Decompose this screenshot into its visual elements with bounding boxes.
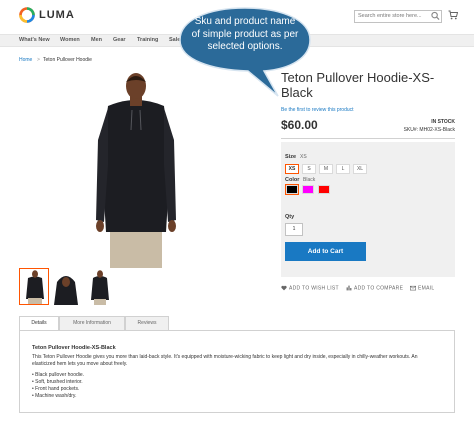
breadcrumb-home[interactable]: Home — [19, 57, 32, 63]
sku-label: SKU#: — [403, 127, 419, 133]
product-options-panel: Size XS XS S M L XL Color Black Qty 1 Ad… — [281, 142, 455, 277]
details-bullets: • Black pullover hoodie. • Soft, brushed… — [32, 372, 84, 400]
thumbnail-1[interactable] — [19, 268, 49, 305]
add-to-wishlist-link[interactable]: ADD TO WISH LIST — [281, 285, 339, 291]
product-main-image[interactable] — [90, 70, 182, 268]
tab-reviews[interactable]: Reviews — [125, 316, 169, 331]
nav-item-women[interactable]: Women — [60, 37, 80, 43]
details-title: Teton Pullover Hoodie-XS-Black — [32, 345, 116, 351]
size-swatch-l[interactable]: L — [336, 164, 350, 174]
search-icon[interactable] — [431, 11, 440, 21]
breadcrumb-current: Teton Pullover Hoodie — [43, 57, 92, 63]
tab-details[interactable]: Details — [19, 316, 59, 331]
stock-status: IN STOCK — [431, 119, 455, 125]
hoodie-back-thumbnail-icon — [85, 268, 115, 305]
nav-item-training[interactable]: Training — [137, 37, 158, 43]
add-to-compare-link[interactable]: ADD TO COMPARE — [346, 285, 403, 291]
qty-label: Qty — [285, 214, 295, 220]
compare-icon — [346, 285, 352, 291]
email-label: EMAIL — [418, 285, 435, 292]
nav-item-gear[interactable]: Gear — [113, 37, 126, 43]
breadcrumb-separator: > — [37, 57, 40, 63]
tab-more-information[interactable]: More Information — [59, 316, 125, 331]
hoodie-front-thumbnail-icon — [20, 269, 48, 304]
thumbnail-3[interactable] — [85, 268, 115, 305]
details-panel: Teton Pullover Hoodie-XS-Black This Teto… — [19, 330, 455, 413]
list-item: • Front hand pockets. — [32, 386, 80, 392]
email-link[interactable]: EMAIL — [410, 285, 435, 291]
callout-text: Sku and product name of simple product a… — [191, 16, 299, 52]
thumbnail-2[interactable] — [51, 268, 81, 305]
logo-text[interactable]: LUMA — [39, 9, 75, 21]
hoodie-hood-up-thumbnail-icon — [51, 268, 81, 305]
nav-item-whats-new[interactable]: What's New — [19, 37, 50, 43]
size-label: Size — [285, 154, 297, 160]
divider — [281, 138, 455, 139]
first-review-link[interactable]: Be the first to review this product — [281, 107, 354, 113]
color-swatch-black[interactable] — [284, 183, 300, 196]
color-selected-value: Black — [303, 177, 316, 183]
color-swatch-magenta[interactable] — [302, 185, 314, 194]
nav-item-men[interactable]: Men — [91, 37, 102, 43]
list-item: • Machine wash/dry. — [32, 393, 77, 399]
list-item: • Soft, brushed interior. — [32, 379, 83, 385]
size-swatch-s[interactable]: S — [302, 164, 316, 174]
size-swatch-xl[interactable]: XL — [353, 164, 367, 174]
list-item: • Black pullover hoodie. — [32, 372, 85, 378]
sku-value: MH02-XS-Black — [419, 127, 455, 133]
envelope-icon — [410, 285, 416, 291]
sku-row: SKU#: MH02-XS-Black — [404, 127, 455, 133]
size-swatch-m[interactable]: M — [319, 164, 333, 174]
search-input[interactable]: Search entire store here... — [354, 10, 442, 23]
cart-icon[interactable] — [448, 10, 458, 20]
color-label: Color — [285, 177, 300, 183]
product-price: $60.00 — [281, 118, 318, 132]
wishlist-label: ADD TO WISH LIST — [289, 285, 339, 292]
details-text: This Teton Pullover Hoodie gives you mor… — [32, 354, 418, 367]
add-to-cart-button[interactable]: Add to Cart — [285, 242, 366, 261]
size-swatch-xs[interactable]: XS — [285, 164, 299, 174]
heart-icon — [281, 285, 287, 291]
color-swatch-red[interactable] — [318, 185, 330, 194]
compare-label: ADD TO COMPARE — [354, 285, 404, 292]
qty-input[interactable]: 1 — [285, 223, 303, 236]
size-selected-value: XS — [300, 154, 307, 160]
luma-logo-icon[interactable] — [19, 7, 35, 23]
